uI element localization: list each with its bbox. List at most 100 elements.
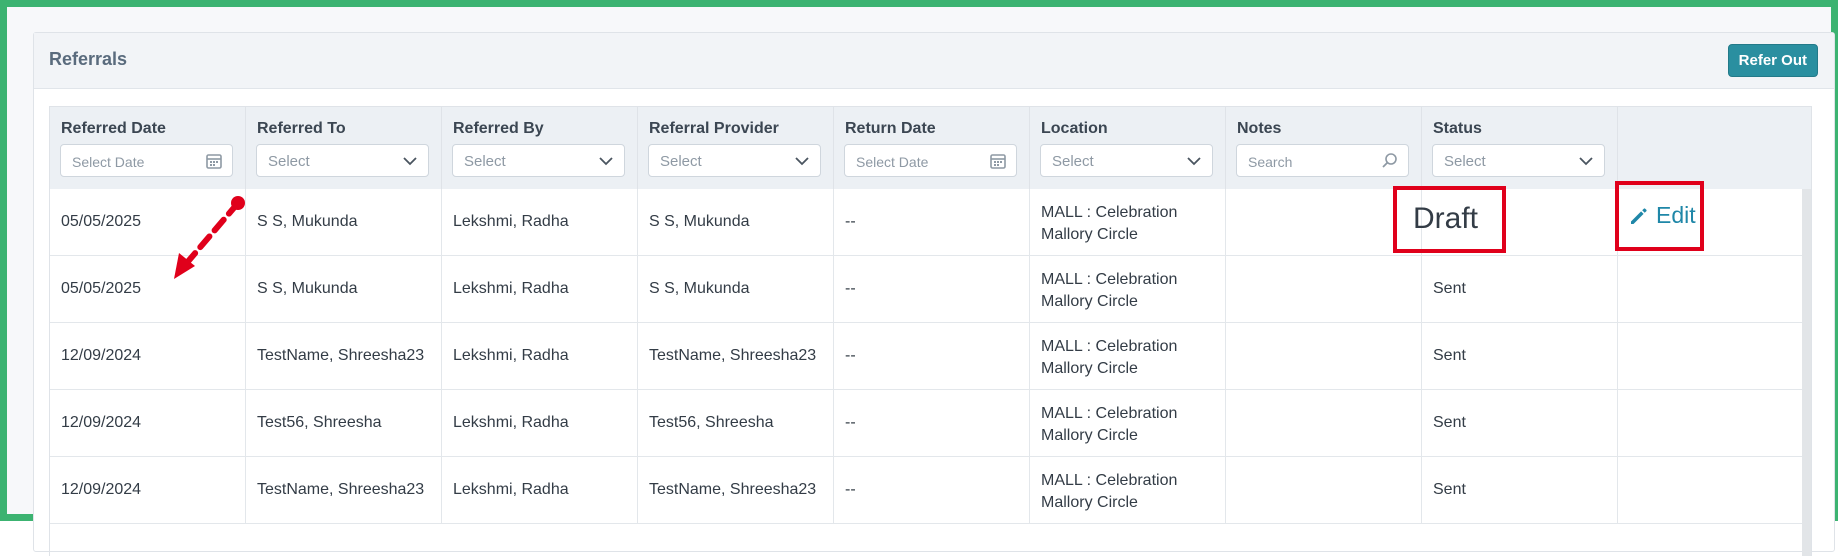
referred-to-text: TestName, Shreesha23 [257, 481, 425, 498]
return-date-text: -- [845, 213, 856, 230]
location-text: MALL : Celebration Mallory Circle [1041, 472, 1178, 511]
filter-placeholder: Select Date [856, 154, 929, 170]
cell-referral-provider: TestName, Shreesha23 [638, 457, 834, 523]
referral-provider-select-filter[interactable]: Select [648, 144, 821, 177]
column-header-referral-provider: Referral Provider Select [638, 107, 834, 189]
referred-by-text: Lekshmi, Radha [453, 213, 569, 230]
filter-placeholder: Search [1248, 154, 1293, 170]
referred-date-text: 12/09/2024 [61, 347, 142, 364]
cell-referred-to: TestName, Shreesha23 [246, 457, 442, 523]
location-text: MALL : Celebration Mallory Circle [1041, 204, 1178, 243]
cell-return-date: -- [834, 189, 1030, 255]
status-text: Sent [1433, 481, 1466, 498]
cell-referred-date: 12/09/2024 [50, 457, 246, 523]
cell-referral-provider: S S, Mukunda [638, 256, 834, 322]
referred-to-text: S S, Mukunda [257, 213, 358, 230]
cell-location: MALL : Celebration Mallory Circle [1030, 256, 1226, 322]
chevron-down-icon [400, 151, 420, 171]
cell-status: Sent [1422, 457, 1618, 523]
return-date-text: -- [845, 414, 856, 431]
column-header-status: Status Select [1422, 107, 1618, 189]
referred-date-text: 05/05/2025 [61, 213, 142, 230]
calendar-icon [988, 151, 1008, 171]
search-icon [1380, 151, 1400, 171]
status-select-filter[interactable]: Select [1432, 144, 1605, 177]
table-row: 12/09/2024 TestName, Shreesha23 Lekshmi, R… [50, 457, 1803, 524]
table-row: 05/05/2025 S S, Mukunda Lekshmi, Radha S S,… [50, 256, 1803, 323]
chevron-down-icon [1184, 151, 1204, 171]
referred-date-text: 12/09/2024 [61, 414, 142, 431]
cell-return-date: -- [834, 256, 1030, 322]
chevron-down-icon [1576, 151, 1596, 171]
table-row: 05/05/2025 S S, Mukunda Lekshmi, Radha S S,… [50, 189, 1803, 256]
cell-referred-by: Lekshmi, Radha [442, 256, 638, 322]
screenshot-frame: Referrals Refer Out Referred Date Select … [0, 0, 1838, 556]
column-header-label: Status [1433, 120, 1482, 137]
edit-highlight: Edit [1615, 181, 1704, 251]
filter-placeholder: Select [660, 153, 702, 170]
cell-action [1618, 457, 1803, 523]
return-date-text: -- [845, 481, 856, 498]
cell-referral-provider: Test56, Shreesha [638, 390, 834, 456]
vertical-scrollbar[interactable] [1802, 189, 1811, 556]
status-text: Sent [1433, 414, 1466, 431]
referred-by-select-filter[interactable]: Select [452, 144, 625, 177]
filter-placeholder: Select [464, 153, 506, 170]
table-row: 12/09/2024 Test56, Shreesha Lekshmi, Radha… [50, 390, 1803, 457]
referred-by-text: Lekshmi, Radha [453, 280, 569, 297]
referrals-panel: Referrals Refer Out Referred Date Select … [33, 32, 1835, 556]
chevron-down-icon [792, 151, 812, 171]
refer-out-button[interactable]: Refer Out [1727, 44, 1818, 77]
cell-return-date: -- [834, 390, 1030, 456]
referred-by-text: Lekshmi, Radha [453, 481, 569, 498]
panel-title: Referrals [49, 49, 128, 69]
cell-location: MALL : Celebration Mallory Circle [1030, 189, 1226, 255]
column-header-referred-to: Referred To Select [246, 107, 442, 189]
column-header-return-date: Return Date Select Date [834, 107, 1030, 189]
referred-to-select-filter[interactable]: Select [256, 144, 429, 177]
column-header-label: Referred By [453, 120, 544, 137]
status-text: Sent [1433, 347, 1466, 364]
referred-date-text: 12/09/2024 [61, 481, 142, 498]
cell-action [1618, 390, 1803, 456]
column-header-label: Referred Date [61, 120, 166, 137]
table-header: Referred Date Select Date Referred To Selec… [50, 107, 1811, 190]
edit-link[interactable]: Edit [1629, 202, 1696, 229]
column-header-location: Location Select [1030, 107, 1226, 189]
panel-header: Referrals Refer Out [34, 33, 1834, 89]
cell-notes [1226, 256, 1422, 322]
draft-status-highlight: Draft [1393, 186, 1506, 253]
referred-to-text: TestName, Shreesha23 [257, 347, 425, 364]
referral-provider-text: TestName, Shreesha23 [649, 347, 817, 364]
location-select-filter[interactable]: Select [1040, 144, 1213, 177]
filter-placeholder: Select [1052, 153, 1094, 170]
cell-status: Sent [1422, 390, 1618, 456]
edit-link-label: Edit [1656, 202, 1696, 228]
cell-referred-by: Lekshmi, Radha [442, 457, 638, 523]
cell-return-date: -- [834, 323, 1030, 389]
cell-referral-provider: TestName, Shreesha23 [638, 323, 834, 389]
referral-provider-text: S S, Mukunda [649, 213, 750, 230]
cell-referred-date: 05/05/2025 [50, 256, 246, 322]
return-date-text: -- [845, 280, 856, 297]
column-header-label: Location [1041, 120, 1108, 137]
column-header-notes: Notes Search [1226, 107, 1422, 189]
return-date-date-filter[interactable]: Select Date [844, 144, 1017, 177]
notes-search-input[interactable]: Search [1236, 144, 1409, 177]
cell-status: Sent [1422, 256, 1618, 322]
referred-to-text: S S, Mukunda [257, 280, 358, 297]
referred-date-date-filter[interactable]: Select Date [60, 144, 233, 177]
column-header-label: Return Date [845, 120, 936, 137]
referral-provider-text: S S, Mukunda [649, 280, 750, 297]
referral-provider-text: TestName, Shreesha23 [649, 481, 817, 498]
cell-referred-date: 12/09/2024 [50, 390, 246, 456]
draft-status-label: Draft [1413, 202, 1479, 235]
referred-by-text: Lekshmi, Radha [453, 347, 569, 364]
cell-referred-to: Test56, Shreesha [246, 390, 442, 456]
cell-status: Sent [1422, 323, 1618, 389]
filter-placeholder: Select [1444, 153, 1486, 170]
cell-notes [1226, 390, 1422, 456]
column-header-referred-by: Referred By Select [442, 107, 638, 189]
cell-location: MALL : Celebration Mallory Circle [1030, 457, 1226, 523]
cell-referred-by: Lekshmi, Radha [442, 390, 638, 456]
